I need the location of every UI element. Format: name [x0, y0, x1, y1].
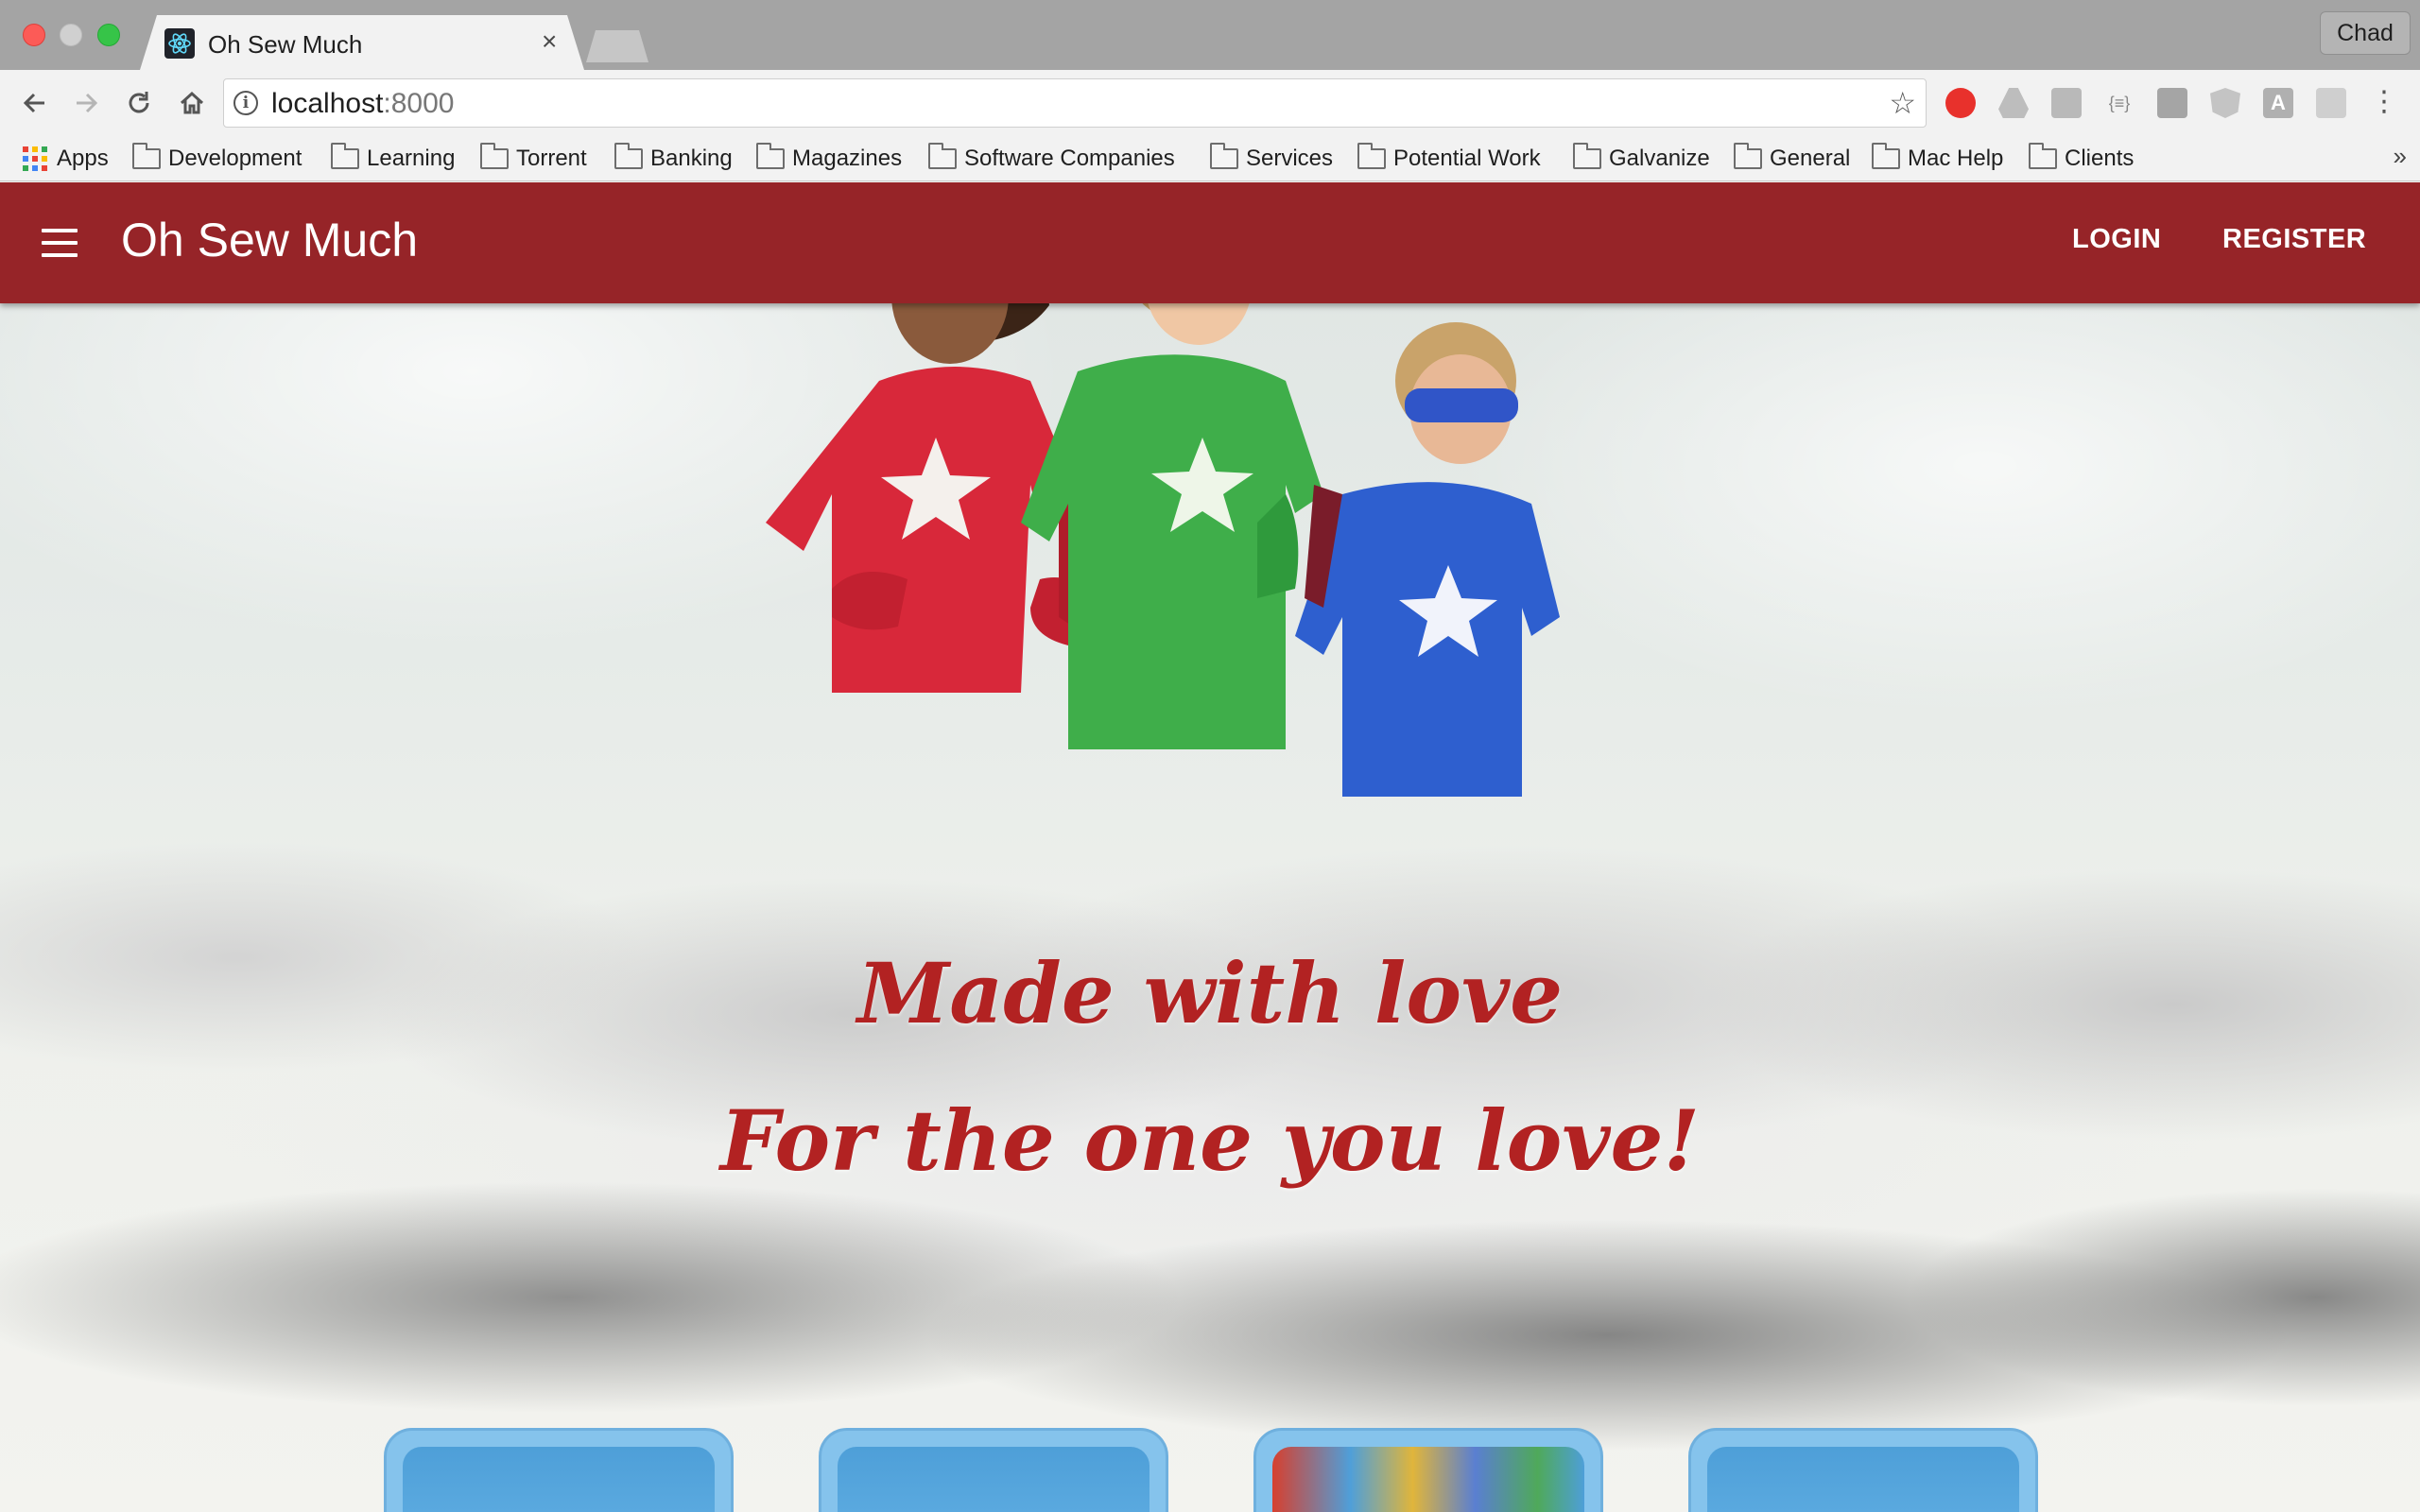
bookmarks-bar: Apps Development Learning Torrent Bankin… — [0, 136, 2420, 181]
react-favicon-icon — [164, 28, 195, 59]
browser-tabstrip: Oh Sew Much × Chad — [0, 0, 2420, 70]
tab-title: Oh Sew Much — [208, 30, 363, 59]
app-bar: Oh Sew Much LOGIN REGISTER — [0, 182, 2420, 303]
font-extension-icon[interactable]: A — [2263, 88, 2293, 118]
react-extension-icon[interactable] — [2316, 88, 2346, 118]
folder-icon — [1357, 143, 1386, 169]
category-card-2[interactable] — [819, 1428, 1168, 1512]
more-bookmarks-icon[interactable]: » — [2394, 142, 2407, 171]
bookmark-folder-learning[interactable]: Learning — [331, 142, 455, 176]
folder-icon — [1734, 143, 1762, 169]
reload-icon[interactable] — [119, 83, 159, 123]
profile-button[interactable]: Chad — [2320, 11, 2411, 55]
category-card-4[interactable] — [1688, 1428, 2038, 1512]
bookmark-folder-magazines[interactable]: Magazines — [756, 142, 902, 176]
browser-toolbar: i localhost:8000 ☆ {≡} A ⋮ — [0, 70, 2420, 136]
site-info-icon[interactable]: i — [233, 91, 258, 115]
bookmark-star-icon[interactable]: ☆ — [1889, 88, 1916, 118]
folder-icon — [756, 143, 785, 169]
hero-tagline-line1: Made with love — [856, 944, 1564, 1042]
bookmark-folder-galvanize[interactable]: Galvanize — [1573, 142, 1710, 176]
browser-tab-active[interactable]: Oh Sew Much × — [140, 15, 584, 70]
json-extension-icon[interactable]: {≡} — [2104, 88, 2135, 118]
bookmark-folder-potential-work[interactable]: Potential Work — [1357, 142, 1541, 176]
page-viewport: Oh Sew Much LOGIN REGISTER Made with lov… — [0, 182, 2420, 1512]
tab-close-icon[interactable]: × — [542, 27, 557, 56]
folder-icon — [331, 143, 359, 169]
app-title: Oh Sew Much — [121, 214, 419, 266]
minimize-window-button[interactable] — [60, 24, 82, 46]
address-bar[interactable]: i localhost:8000 ☆ — [223, 78, 1927, 128]
folder-icon — [614, 143, 643, 169]
home-icon[interactable] — [172, 83, 212, 123]
bookmark-folder-banking[interactable]: Banking — [614, 142, 733, 176]
extension-icon[interactable] — [2157, 88, 2187, 118]
folder-icon — [132, 143, 161, 169]
apps-grid-icon — [23, 146, 47, 171]
folder-icon — [1872, 143, 1900, 169]
folder-icon — [928, 143, 957, 169]
register-button[interactable]: REGISTER — [2222, 224, 2366, 255]
blue-hero-kid — [1295, 322, 1560, 797]
category-card-1[interactable] — [384, 1428, 734, 1512]
folder-icon — [1573, 143, 1601, 169]
url-text: localhost:8000 — [271, 88, 455, 119]
category-card-3[interactable] — [1253, 1428, 1603, 1512]
bookmark-folder-general[interactable]: General — [1734, 142, 1850, 176]
angular-extension-icon[interactable] — [2210, 88, 2240, 118]
forward-icon[interactable] — [66, 83, 106, 123]
bookmark-folder-services[interactable]: Services — [1210, 142, 1333, 176]
maximize-window-button[interactable] — [97, 24, 120, 46]
drive-extension-icon[interactable] — [1998, 88, 2029, 118]
close-window-button[interactable] — [23, 24, 45, 46]
extension-icon[interactable] — [2051, 88, 2082, 118]
bookmark-apps[interactable]: Apps — [23, 142, 109, 176]
bookmark-folder-mac-help[interactable]: Mac Help — [1872, 142, 2003, 176]
bookmark-folder-development[interactable]: Development — [132, 142, 302, 176]
folder-icon — [2029, 143, 2057, 169]
login-button[interactable]: LOGIN — [2072, 224, 2161, 255]
bookmark-folder-torrent[interactable]: Torrent — [480, 142, 587, 176]
folder-icon — [1210, 143, 1238, 169]
hero-tagline-line2: For the one you love! — [719, 1091, 1701, 1190]
back-icon[interactable] — [15, 83, 55, 123]
new-tab-button[interactable] — [586, 30, 648, 62]
folder-icon — [480, 143, 509, 169]
bookmark-folder-clients[interactable]: Clients — [2029, 142, 2134, 176]
opera-extension-icon[interactable] — [1945, 88, 1976, 118]
hamburger-menu-icon[interactable] — [42, 226, 78, 260]
browser-menu-icon[interactable]: ⋮ — [2369, 88, 2399, 118]
bookmark-folder-software-companies[interactable]: Software Companies — [928, 142, 1175, 176]
